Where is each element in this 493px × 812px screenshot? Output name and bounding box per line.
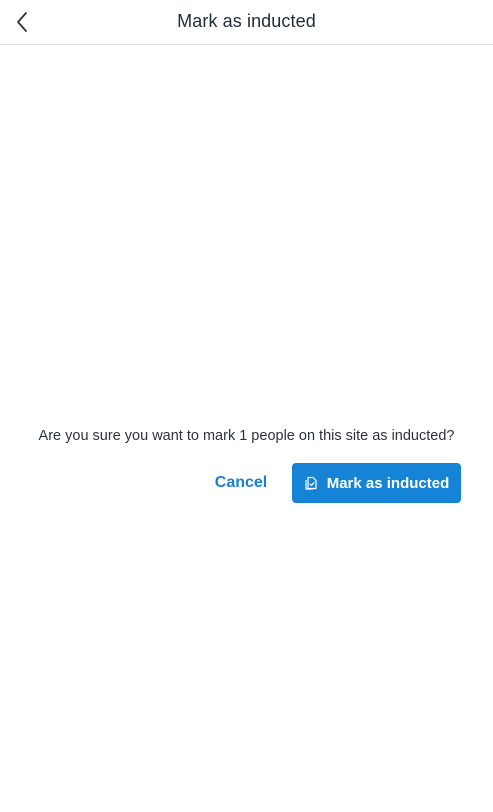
screen: Mark as inducted Are you sure you want t… [0,0,493,812]
cancel-button[interactable]: Cancel [205,466,277,500]
confirmation-message: Are you sure you want to mark 1 people o… [38,428,455,444]
document-check-icon [304,476,318,490]
mark-as-inducted-button[interactable]: Mark as inducted [292,463,461,503]
page-title: Mark as inducted [177,11,316,31]
mark-as-inducted-label: Mark as inducted [326,474,450,492]
header-bar: Mark as inducted [0,0,493,45]
